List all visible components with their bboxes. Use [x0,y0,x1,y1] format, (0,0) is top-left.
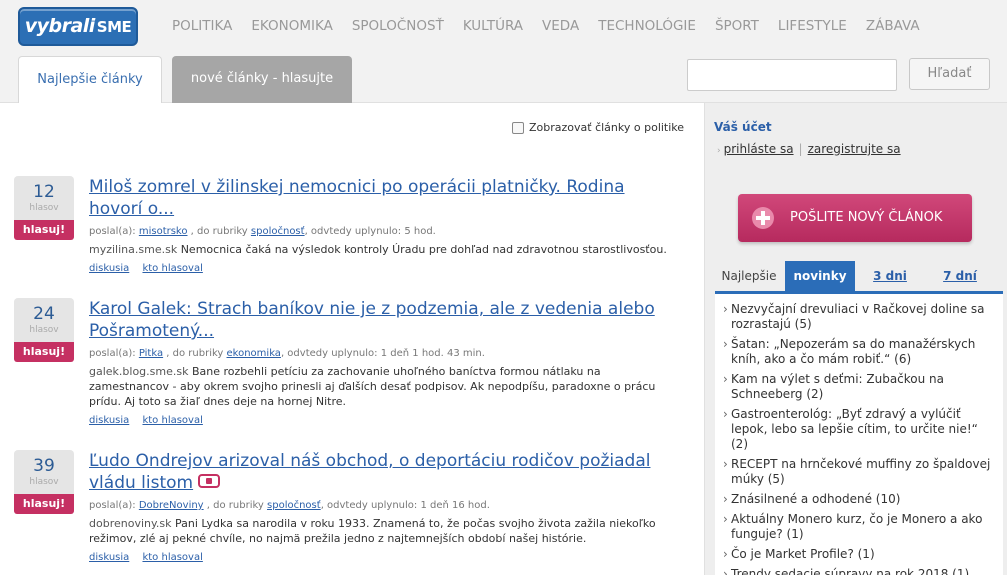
politics-filter: Zobrazovať články o politike [512,121,684,134]
nav-item-spolocnost[interactable]: SPOLOČNOSŤ [352,18,444,34]
bullet-icon: › [717,146,721,156]
politics-checkbox[interactable] [512,121,524,134]
article-description: galek.blog.sme.sk Bane rozbehli petíciu … [89,365,656,408]
list-item[interactable]: Trendy sedacie súpravy na rok 2018 (1) [723,567,995,575]
vote-count: 39 [33,456,55,476]
vote-button[interactable]: hlasuj! [14,494,74,514]
article-source: dobrenoviny.sk [89,517,172,530]
site-header: vybrali SME POLITIKA EKONOMIKA SPOLOČNOSŤ… [0,0,1007,103]
list-item[interactable]: Aktuálny Monero kurz, čo je Monero a ako… [723,512,995,542]
article-description: myzilina.sme.sk Nemocnica čaká na výsled… [89,243,667,256]
voters-link[interactable]: kto hlasoval [142,415,202,426]
category-link[interactable]: spoločnosť [251,226,305,237]
sidebar: Váš účet › prihláste sa | zaregistrujte sa … [704,103,1007,575]
send-article-button[interactable]: POŠLITE NOVÝ ČLÁNOK [738,194,972,242]
list-item[interactable]: Znásilnené a odhodené (10) [723,492,995,507]
nav-item-ekonomika[interactable]: EKONOMIKA [251,18,332,34]
article-title[interactable]: Miloš zomrel v žilinskej nemocnici po op… [89,176,669,220]
separator: | [798,142,803,156]
discussion-link[interactable]: diskusia [89,415,129,426]
login-link[interactable]: prihláste sa [724,142,794,156]
list-item[interactable]: RECEPT na hrnčekové muffiny zo špaldovej… [723,457,995,487]
vote-box: 39 hlasov hlasuj! [14,450,74,514]
nav-item-lifestyle[interactable]: LIFESTYLE [778,18,847,34]
article-title[interactable]: Ľudo Ondrejov arizoval náš obchod, o dep… [89,450,669,494]
plus-icon [752,207,774,229]
account-title: Váš účet [714,120,772,134]
vote-button[interactable]: hlasuj! [14,220,74,240]
tv-icon [198,474,221,488]
vote-label: hlasov [29,477,59,487]
list-item[interactable]: Nezvyčajní drevuliaci v Račkovej doline … [723,302,995,332]
vote-label: hlasov [29,325,59,335]
article-source: galek.blog.sme.sk [89,365,189,378]
logo-sub-text: SME [96,18,132,36]
vote-label: hlasov [29,203,59,213]
tab-new-articles[interactable]: nové články - hlasujte [172,56,352,103]
main-nav: POLITIKA EKONOMIKA SPOLOČNOSŤ KULTÚRA VE… [172,18,939,34]
nav-item-technologie[interactable]: TECHNOLÓGIE [598,18,696,34]
author-link[interactable]: DobreNoviny [139,500,204,511]
vote-count: 24 [33,304,55,324]
politics-filter-label: Zobrazovať články o politike [529,121,685,134]
list-item[interactable]: Kam na výlet s deťmi: Zubačkou na Schnee… [723,372,995,402]
vote-button[interactable]: hlasuj! [14,342,74,362]
discussion-link[interactable]: diskusia [89,263,129,274]
news-list: Nezvyčajní drevuliaci v Račkovej doline … [715,291,1003,575]
list-item[interactable]: Čo je Market Profile? (1) [723,547,995,562]
vote-box: 24 hlasov hlasuj! [14,298,74,362]
nav-item-zabava[interactable]: ZÁBAVA [866,18,920,34]
category-link[interactable]: spoločnosť [267,500,321,511]
author-link[interactable]: Pitka [139,348,163,359]
account-links: › prihláste sa | zaregistrujte sa [717,142,901,156]
sidebar-tabs: Najlepšie novinky 3 dni 7 dní [715,261,1002,291]
article-source: myzilina.sme.sk [89,243,178,256]
tab-best-articles[interactable]: Najlepšie články [18,56,162,103]
article-meta: poslal(a): Pitka , do rubriky ekonomika,… [89,348,485,359]
article-meta: poslal(a): misotrsko , do rubriky spoloč… [89,226,436,237]
nav-item-kultura[interactable]: KULTÚRA [463,18,523,34]
tab-sidebar-7days[interactable]: 7 dní [930,261,990,291]
logo-main-text: vybrali [24,15,96,37]
discussion-link[interactable]: diskusia [89,552,129,563]
author-link[interactable]: misotrsko [139,226,188,237]
voters-link[interactable]: kto hlasoval [142,263,202,274]
nav-item-politika[interactable]: POLITIKA [172,18,232,34]
vote-box: 12 hlasov hlasuj! [14,176,74,240]
search-input[interactable] [687,59,897,91]
register-link[interactable]: zaregistrujte sa [808,142,901,156]
list-item[interactable]: Šatan: „Nepozerám sa do manažérskych kní… [723,337,995,367]
tab-sidebar-3days[interactable]: 3 dni [860,261,920,291]
site-logo[interactable]: vybrali SME [18,7,138,46]
article-description: dobrenoviny.sk Pani Lydka sa narodila v … [89,517,656,545]
send-article-label: POŠLITE NOVÝ ČLÁNOK [790,210,943,225]
article-meta: poslal(a): DobreNoviny , do rubriky spol… [89,500,490,511]
tab-sidebar-news[interactable]: novinky [785,261,855,291]
voters-link[interactable]: kto hlasoval [142,552,202,563]
list-item[interactable]: Gastroenterológ: „Byť zdravý a vylúčiť l… [723,407,995,452]
tab-sidebar-best[interactable]: Najlepšie [715,261,783,291]
article-title[interactable]: Karol Galek: Strach baníkov nie je z pod… [89,298,669,342]
nav-item-veda[interactable]: VEDA [542,18,579,34]
category-link[interactable]: ekonomika [227,348,281,359]
vote-count: 12 [33,182,55,202]
search-button[interactable]: Hľadať [909,58,990,90]
nav-item-sport[interactable]: ŠPORT [715,18,759,34]
